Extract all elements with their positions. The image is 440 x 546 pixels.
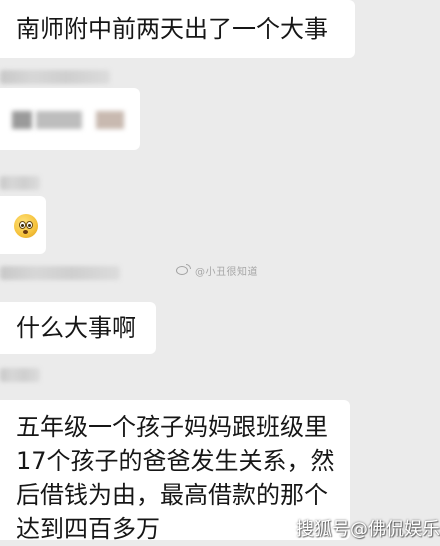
weibo-icon [176,264,192,276]
message-bubble[interactable]: 什么大事啊 [0,302,156,354]
blurred-content [36,111,82,129]
chat-window: 南师附中前两天出了一个大事 @小丑很知道 什么大事啊 五年级一个孩子妈妈跟班级里… [0,0,440,546]
blurred-sender-name [0,176,40,190]
emoji-eye [19,221,26,229]
blurred-content [12,111,32,129]
emoji-message-bubble[interactable] [0,196,46,254]
message-bubble[interactable]: 南师附中前两天出了一个大事 [0,0,355,58]
blurred-sender-name [0,70,110,84]
blurred-content [96,111,124,129]
message-text: 南师附中前两天出了一个大事 [16,15,328,43]
weibo-watermark: @小丑很知道 [176,262,258,278]
face-with-open-mouth-emoji-icon [14,214,38,238]
emoji-mouth [23,230,28,234]
message-text-line: 五年级一个孩子妈妈跟班级里 [16,413,328,441]
watermark-text: @小丑很知道 [195,266,258,278]
blurred-message-bubble[interactable] [0,88,140,150]
message-text-line: 17个孩子的爸爸发生关系，然 [16,447,335,475]
emoji-eye [26,221,33,229]
blurred-sender-name [0,368,40,382]
message-text: 什么大事啊 [16,314,136,342]
sohu-watermark: 搜狐号@佛侃娱乐 [296,519,440,540]
blurred-sender-name [0,266,120,280]
message-text-line: 后借钱为由，最高借款的那个 [16,481,328,509]
